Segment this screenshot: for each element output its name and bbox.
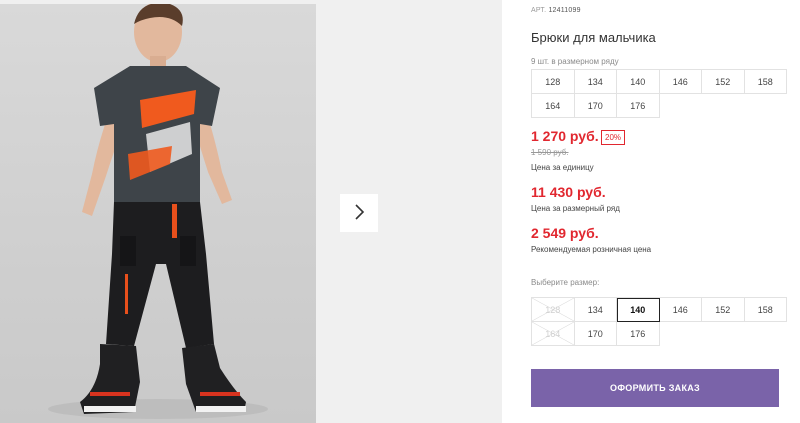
row-size-cell: 170 — [574, 94, 617, 118]
next-image-button[interactable] — [340, 194, 378, 232]
row-size-cell: 146 — [659, 70, 702, 94]
size-picker-grid: 128 134 140 146 152 158 164 170 176 — [531, 297, 787, 346]
row-size-cell: 158 — [744, 70, 787, 94]
unit-price: 1 270 руб. — [531, 128, 599, 144]
row-size-cell: 176 — [617, 94, 660, 118]
size-option-146[interactable]: 146 — [659, 298, 702, 322]
place-order-button[interactable]: ОФОРМИТЬ ЗАКАЗ — [531, 369, 779, 407]
row-size-cell: 128 — [532, 70, 575, 94]
size-option-170[interactable]: 170 — [574, 322, 617, 346]
size-option-134[interactable]: 134 — [574, 298, 617, 322]
article-number: АРТ. 12411099 — [531, 7, 581, 14]
product-gallery — [0, 0, 502, 423]
row-size-cell: 140 — [617, 70, 660, 94]
chevron-right-icon — [353, 203, 365, 223]
product-title: Брюки для мальчика — [531, 30, 656, 45]
size-option-140[interactable]: 140 — [617, 298, 660, 322]
size-option-158[interactable]: 158 — [744, 298, 787, 322]
row-price-label: Цена за размерный ряд — [531, 204, 620, 213]
size-option-164: 164 — [532, 322, 575, 346]
row-size-cell: 164 — [532, 94, 575, 118]
choose-size-label: Выберите размер: — [531, 278, 600, 287]
row-size-cell: 152 — [702, 70, 745, 94]
rrp-price: 2 549 руб. — [531, 225, 599, 241]
size-option-176[interactable]: 176 — [617, 322, 660, 346]
row-count-label: 9 шт. в размерном ряду — [531, 57, 619, 66]
unit-price-label: Цена за единицу — [531, 163, 594, 172]
article-label: АРТ. — [531, 7, 547, 14]
boy-model-image — [48, 4, 268, 419]
size-option-128: 128 — [532, 298, 575, 322]
row-size-cell: 134 — [574, 70, 617, 94]
old-price: 1 590 руб. — [531, 148, 569, 157]
product-photo[interactable] — [0, 4, 316, 423]
rrp-price-label: Рекомендуемая розничная цена — [531, 245, 652, 254]
size-option-152[interactable]: 152 — [702, 298, 745, 322]
article-value: 12411099 — [548, 7, 581, 14]
row-price: 11 430 руб. — [531, 184, 606, 200]
discount-badge: 20% — [601, 130, 626, 145]
size-row-grid: 128 134 140 146 152 158 164 170 176 — [531, 69, 787, 118]
